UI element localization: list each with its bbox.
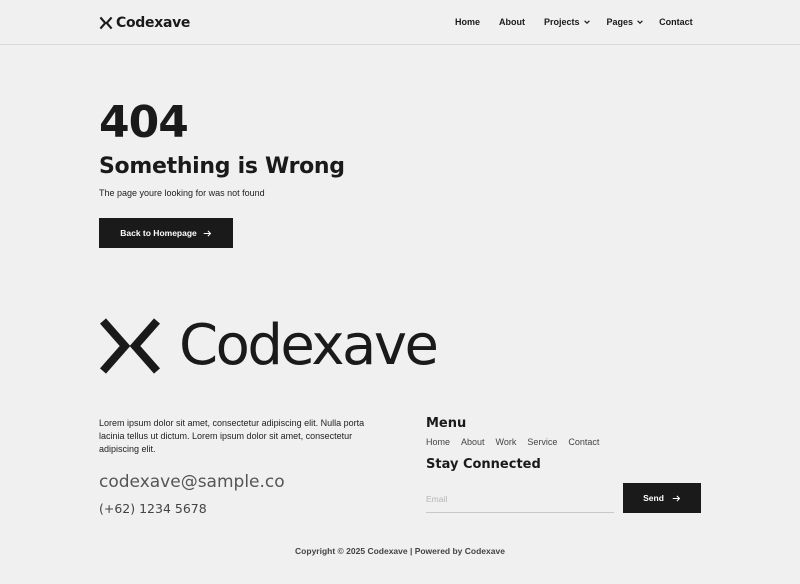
logo-mark-icon (99, 318, 161, 374)
nav-item-label: Projects (544, 17, 580, 27)
site-header: Codexave Home About Projects Pages Conta… (0, 0, 800, 45)
footer-about-text: Lorem ipsum dolor sit amet, consectetur … (99, 418, 365, 454)
nav-item-label: About (499, 17, 526, 27)
footer-menu-title: Menu (426, 416, 467, 431)
logo[interactable]: Codexave (99, 14, 190, 32)
footer-link-service[interactable]: Service (527, 437, 557, 447)
copyright-text: Copyright © 2025 Codexave | Powered by C… (295, 546, 505, 556)
error-subtitle: The page youre looking for was not found (99, 188, 265, 198)
footer-link-about[interactable]: About (461, 437, 485, 447)
error-code: 404 (99, 97, 189, 148)
footer-link-home[interactable]: Home (426, 437, 450, 447)
chevron-down-icon (637, 19, 643, 25)
nav-item-label: Contact (659, 17, 693, 27)
logo-text: Codexave (116, 15, 191, 31)
footer-menu: Home About Work Service Contact (426, 437, 610, 447)
nav-item-label: Home (455, 17, 481, 27)
nav-item-label: Pages (606, 17, 634, 27)
error-title: Something is Wrong (99, 154, 345, 179)
logo-mark-icon (99, 16, 113, 30)
contact-email[interactable]: codexave@sample.co (99, 471, 285, 493)
main-nav: Home About Projects Pages Contact (455, 17, 693, 27)
nav-item-pages[interactable]: Pages (607, 17, 644, 27)
send-button[interactable]: Send (623, 483, 701, 513)
nav-item-projects[interactable]: Projects (544, 17, 590, 27)
arrow-right-icon (672, 495, 681, 501)
nav-item-home[interactable]: Home (455, 17, 480, 27)
chevron-down-icon (583, 19, 590, 25)
button-label: Send (643, 493, 664, 503)
nav-item-contact[interactable]: Contact (659, 17, 693, 27)
newsletter-email-input[interactable] (426, 485, 614, 513)
back-to-homepage-button[interactable]: Back to Homepage (99, 218, 233, 248)
footer-link-contact[interactable]: Contact (568, 437, 599, 447)
contact-phone[interactable]: (+62) 1234 5678 (99, 500, 207, 518)
nav-item-about[interactable]: About (499, 17, 525, 27)
footer-logo: Codexave (99, 313, 439, 378)
footer-logo-text: Codexave (179, 313, 439, 378)
newsletter-title: Stay Connected (426, 457, 541, 472)
footer-link-work[interactable]: Work (496, 437, 517, 447)
button-label: Back to Homepage (120, 228, 197, 238)
arrow-right-icon (203, 230, 211, 236)
